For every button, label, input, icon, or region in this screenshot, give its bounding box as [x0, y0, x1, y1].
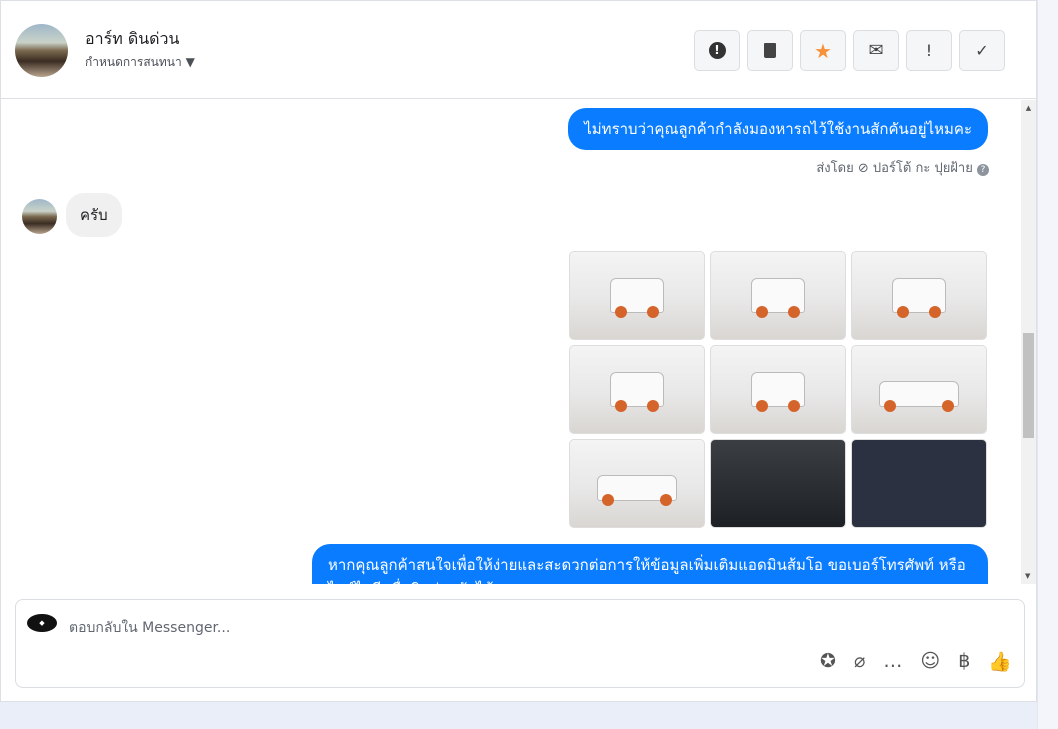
avatar[interactable] — [15, 24, 68, 77]
exclamation-icon: ! — [925, 41, 933, 60]
check-icon: ✓ — [975, 41, 989, 60]
car-photo[interactable] — [569, 345, 705, 434]
delete-button[interactable] — [747, 30, 793, 71]
sender-avatar[interactable] — [22, 199, 57, 234]
car-photo[interactable] — [710, 345, 846, 434]
attachment-icon[interactable]: ⌀ — [854, 650, 865, 673]
conversation-panel: อาร์ท ดินด่วน กำหนดการสนทนา ▼ ! ★ ✉ ! ✓ … — [0, 0, 1037, 702]
car-photo[interactable] — [569, 439, 705, 528]
envelope-icon: ✉ — [868, 40, 884, 61]
car-dashboard-photo[interactable] — [710, 439, 846, 528]
emoji-icon[interactable]: ☺ — [920, 650, 940, 673]
car-spec-sheet-photo[interactable] — [851, 439, 987, 528]
chat-scrollbar[interactable]: ▲ ▼ — [1021, 100, 1036, 584]
image-gallery — [569, 251, 987, 528]
car-photo[interactable] — [710, 251, 846, 340]
page-logo: ◆ — [27, 614, 57, 632]
baht-icon[interactable]: ฿ — [958, 650, 970, 673]
mark-unread-button[interactable]: ✉ — [853, 30, 899, 71]
help-icon[interactable]: ? — [977, 164, 989, 176]
contact-name[interactable]: อาร์ท ดินด่วน — [85, 27, 179, 52]
sent-by-label: ส่งโดย ⊘ ปอร์โต้ กะ ปุยฝ้าย ? — [816, 157, 989, 178]
exclamation-circle-icon: ! — [708, 42, 726, 59]
reply-composer[interactable]: ◆ ตอบกลับใน Messenger... ✪ ⌀ … ☺ ฿ 👍 — [15, 599, 1025, 688]
car-photo[interactable] — [851, 251, 987, 340]
side-strip — [1037, 0, 1058, 729]
spam-button[interactable]: ! — [694, 30, 740, 71]
status-label: กำหนดการสนทนา — [85, 55, 182, 69]
message-outgoing: ไม่ทราบว่าคุณลูกค้ากำลังมองหารถไว้ใช้งาน… — [568, 108, 988, 150]
important-button[interactable]: ! — [906, 30, 952, 71]
sent-by-text: ส่งโดย ⊘ ปอร์โต้ กะ ปุยฝ้าย — [816, 161, 973, 176]
star-icon: ★ — [814, 38, 832, 63]
scroll-down-icon[interactable]: ▼ — [1025, 572, 1030, 580]
car-photo[interactable] — [851, 345, 987, 434]
car-photo[interactable] — [569, 251, 705, 340]
message-list: ไม่ทราบว่าคุณลูกค้ากำลังมองหารถไว้ใช้งาน… — [1, 100, 1021, 584]
saved-reply-icon[interactable]: ✪ — [820, 650, 836, 673]
reply-input[interactable]: ตอบกลับใน Messenger... — [69, 617, 230, 639]
trash-icon — [764, 43, 776, 58]
chat-bubble-icon[interactable]: … — [883, 650, 902, 673]
scrollbar-thumb[interactable] — [1023, 333, 1034, 438]
star-button[interactable]: ★ — [800, 30, 846, 71]
scroll-up-icon[interactable]: ▲ — [1021, 104, 1036, 112]
like-icon[interactable]: 👍 — [988, 650, 1012, 673]
conversation-header: อาร์ท ดินด่วน กำหนดการสนทนา ▼ ! ★ ✉ ! ✓ — [1, 1, 1036, 99]
done-button[interactable]: ✓ — [959, 30, 1005, 71]
message-incoming: ครับ — [66, 193, 122, 237]
caret-down-icon: ▼ — [185, 55, 195, 69]
conversation-status-dropdown[interactable]: กำหนดการสนทนา ▼ — [85, 53, 195, 72]
message-outgoing: หากคุณลูกค้าสนใจเพื่อให้ง่ายและสะดวกต่อก… — [312, 544, 988, 584]
